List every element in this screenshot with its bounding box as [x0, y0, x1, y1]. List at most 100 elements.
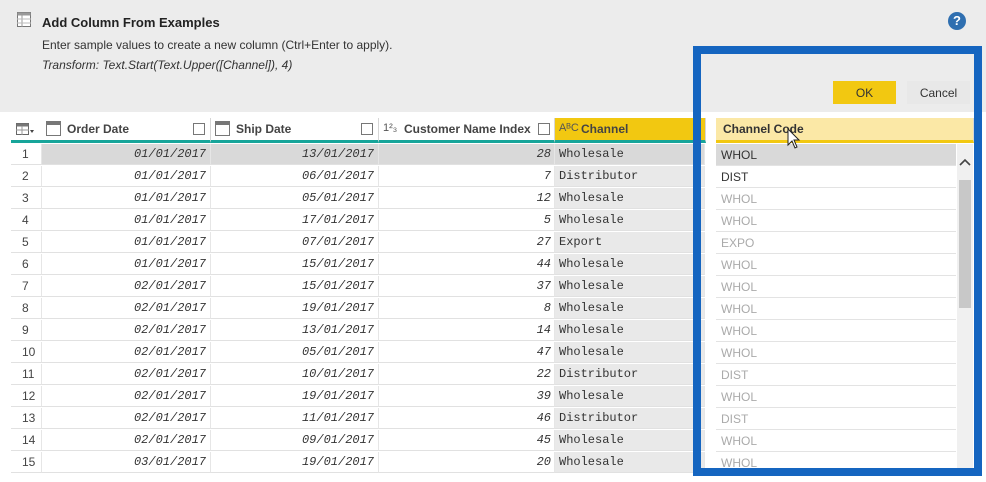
ship-date-cell: 09/01/2017 [211, 430, 379, 451]
table-row[interactable]: 1 01/01/2017 13/01/2017 28 Wholesale [0, 144, 705, 166]
date-type-icon [215, 121, 230, 136]
vertical-scrollbar[interactable] [957, 144, 973, 470]
table-row[interactable]: 12 02/01/2017 19/01/2017 39 Wholesale [0, 386, 705, 408]
order-date-cell: 01/01/2017 [42, 254, 211, 275]
channel-cell: Distributor [555, 408, 705, 429]
ship-date-cell: 05/01/2017 [211, 342, 379, 363]
channel-cell: Wholesale [555, 210, 705, 231]
order-date-cell: 01/01/2017 [42, 144, 211, 165]
header-customer-name-index[interactable]: 1²₃ Customer Name Index [379, 118, 555, 143]
scroll-up-icon[interactable] [959, 158, 971, 166]
example-cell[interactable]: WHOL [716, 188, 956, 210]
table-row[interactable]: 4 01/01/2017 17/01/2017 5 Wholesale [0, 210, 705, 232]
example-cell[interactable]: WHOL [716, 320, 956, 342]
ship-date-cell: 11/01/2017 [211, 408, 379, 429]
column-checkbox[interactable] [193, 123, 205, 135]
header-label: Order Date [67, 122, 130, 136]
example-cell[interactable]: WHOL [716, 210, 956, 232]
text-type-icon: AᴮC [559, 122, 579, 134]
channel-cell: Wholesale [555, 298, 705, 319]
row-number: 11 [11, 364, 42, 385]
help-icon[interactable]: ? [948, 12, 966, 30]
ship-date-cell: 15/01/2017 [211, 254, 379, 275]
channel-cell: Wholesale [555, 452, 705, 473]
channel-cell: Wholesale [555, 342, 705, 363]
header-label: Customer Name Index [404, 122, 531, 136]
row-number: 4 [11, 210, 42, 231]
ship-date-cell: 19/01/2017 [211, 386, 379, 407]
channel-cell: Wholesale [555, 320, 705, 341]
customer-index-cell: 44 [379, 254, 555, 275]
table-row[interactable]: 5 01/01/2017 07/01/2017 27 Export [0, 232, 705, 254]
row-number: 8 [11, 298, 42, 319]
customer-index-cell: 46 [379, 408, 555, 429]
row-number: 12 [11, 386, 42, 407]
example-cell[interactable]: WHOL [716, 254, 956, 276]
order-date-cell: 02/01/2017 [42, 430, 211, 451]
example-cell[interactable]: DIST [716, 166, 956, 188]
example-cell[interactable]: DIST [716, 364, 956, 386]
customer-index-cell: 45 [379, 430, 555, 451]
date-type-icon [46, 121, 61, 136]
customer-index-cell: 12 [379, 188, 555, 209]
row-number: 13 [11, 408, 42, 429]
ship-date-cell: 19/01/2017 [211, 298, 379, 319]
customer-index-cell: 27 [379, 232, 555, 253]
order-date-cell: 02/01/2017 [42, 342, 211, 363]
number-type-icon: 1²₃ [383, 122, 398, 134]
table-row[interactable]: 9 02/01/2017 13/01/2017 14 Wholesale [0, 320, 705, 342]
table-row[interactable]: 13 02/01/2017 11/01/2017 46 Distributor [0, 408, 705, 430]
row-number: 1 [11, 144, 42, 165]
ship-date-cell: 05/01/2017 [211, 188, 379, 209]
add-column-panel: Add Column From Examples Enter sample va… [0, 0, 986, 112]
ship-date-cell: 10/01/2017 [211, 364, 379, 385]
example-cell[interactable]: WHOL [716, 452, 956, 470]
example-cell[interactable]: WHOL [716, 298, 956, 320]
example-cell[interactable]: WHOL [716, 430, 956, 452]
table-icon [16, 123, 34, 135]
order-date-cell: 01/01/2017 [42, 166, 211, 187]
row-number: 5 [11, 232, 42, 253]
column-from-examples-icon [17, 12, 31, 27]
example-cell[interactable]: DIST [716, 408, 956, 430]
example-cell[interactable]: EXPO [716, 232, 956, 254]
example-cell[interactable]: WHOL [716, 144, 956, 166]
table-row[interactable]: 3 01/01/2017 05/01/2017 12 Wholesale [0, 188, 705, 210]
example-cell[interactable]: WHOL [716, 276, 956, 298]
customer-index-cell: 37 [379, 276, 555, 297]
table-row[interactable]: 10 02/01/2017 05/01/2017 47 Wholesale [0, 342, 705, 364]
channel-cell: Wholesale [555, 386, 705, 407]
table-menu-button[interactable] [11, 118, 43, 143]
scrollbar-thumb[interactable] [959, 180, 971, 308]
table-row[interactable]: 6 01/01/2017 15/01/2017 44 Wholesale [0, 254, 705, 276]
header-order-date[interactable]: Order Date [42, 118, 211, 143]
ok-button[interactable]: OK [833, 81, 896, 104]
row-number: 14 [11, 430, 42, 451]
example-cell[interactable]: WHOL [716, 386, 956, 408]
channel-cell: Export [555, 232, 705, 253]
table-row[interactable]: 2 01/01/2017 06/01/2017 7 Distributor [0, 166, 705, 188]
column-checkbox[interactable] [361, 123, 373, 135]
table-row[interactable]: 15 03/01/2017 19/01/2017 20 Wholesale [0, 452, 705, 474]
order-date-cell: 02/01/2017 [42, 364, 211, 385]
table-row[interactable]: 11 02/01/2017 10/01/2017 22 Distributor [0, 364, 705, 386]
ship-date-cell: 19/01/2017 [211, 452, 379, 473]
ship-date-cell: 17/01/2017 [211, 210, 379, 231]
row-number: 10 [11, 342, 42, 363]
header-ship-date[interactable]: Ship Date [211, 118, 379, 143]
example-cell[interactable]: WHOL [716, 342, 956, 364]
column-headers: Order Date Ship Date 1²₃ Customer Name I… [0, 118, 986, 143]
column-checkbox[interactable] [538, 123, 550, 135]
header-channel[interactable]: AᴮC Channel [555, 118, 706, 143]
row-number: 6 [11, 254, 42, 275]
channel-cell: Wholesale [555, 276, 705, 297]
order-date-cell: 02/01/2017 [42, 320, 211, 341]
ship-date-cell: 07/01/2017 [211, 232, 379, 253]
header-label: Channel [581, 122, 629, 136]
table-row[interactable]: 8 02/01/2017 19/01/2017 8 Wholesale [0, 298, 705, 320]
header-channel-code[interactable]: Channel Code [716, 118, 974, 143]
cancel-button[interactable]: Cancel [907, 81, 970, 104]
table-row[interactable]: 14 02/01/2017 09/01/2017 45 Wholesale [0, 430, 705, 452]
row-number: 2 [11, 166, 42, 187]
table-row[interactable]: 7 02/01/2017 15/01/2017 37 Wholesale [0, 276, 705, 298]
